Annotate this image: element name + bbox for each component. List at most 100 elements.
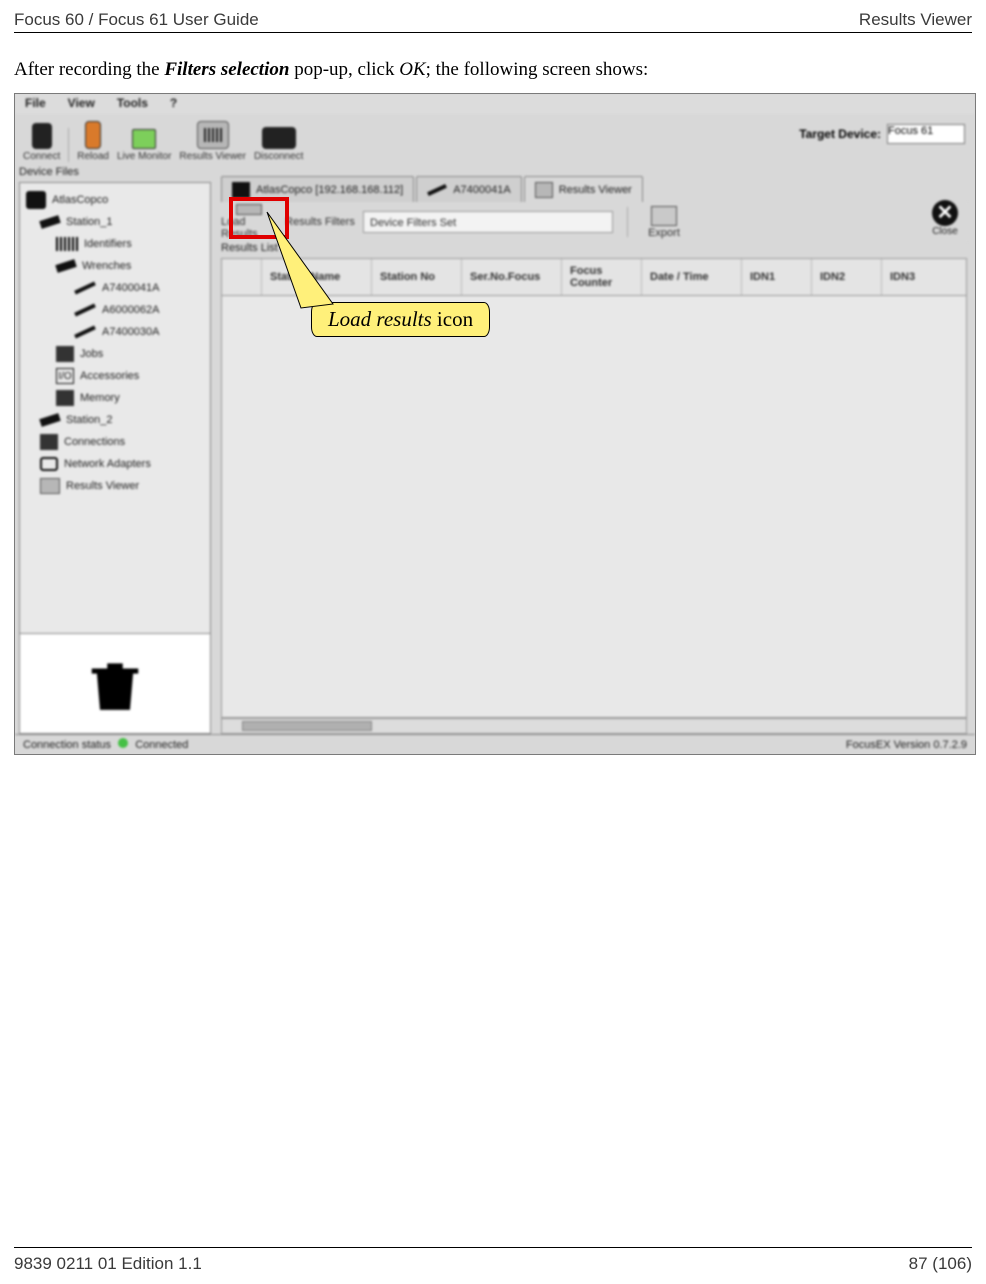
connections-icon — [40, 434, 58, 450]
tree-root-label: AtlasCopco — [52, 194, 108, 206]
menu-view[interactable]: View — [68, 96, 95, 112]
tree-memory[interactable]: Memory — [26, 387, 204, 409]
plug-icon — [32, 123, 52, 149]
sidebar-title: Device Files — [19, 166, 79, 178]
tree-station2-label: Station_2 — [66, 414, 112, 426]
tree-wrenches-label: Wrenches — [82, 260, 131, 272]
menu-file[interactable]: File — [25, 96, 46, 112]
results-viewer-toolbar-button[interactable]: Results Viewer — [179, 121, 246, 162]
col-station-no[interactable]: Station No — [372, 259, 462, 295]
status-right: FocusEX Version 0.7.2.9 — [846, 739, 967, 751]
device-tree: AtlasCopco Station_1 Identifiers Wrenche… — [20, 183, 210, 633]
close-label: Close — [932, 226, 958, 237]
col-idn1[interactable]: IDN1 — [742, 259, 812, 295]
callout-arrow-icon — [263, 208, 383, 318]
header-divider — [14, 32, 972, 33]
target-device: Target Device: Focus 61 — [799, 124, 965, 144]
memory-icon — [56, 390, 74, 406]
tree-wrenches[interactable]: Wrenches — [26, 255, 204, 277]
tree-results-viewer[interactable]: Results Viewer — [26, 475, 204, 497]
status-dot-icon — [118, 738, 128, 748]
tab-results-viewer-label: Results Viewer — [559, 184, 632, 196]
app-screenshot: File View Tools ? Connect Reload Live Mo… — [14, 93, 976, 755]
menu-bar: File View Tools ? — [15, 94, 975, 114]
tree-wrench-0[interactable]: A7400041A — [26, 277, 204, 299]
menu-help[interactable]: ? — [170, 96, 177, 112]
tree-station1-label: Station_1 — [66, 216, 112, 228]
device-files-sidebar: AtlasCopco Station_1 Identifiers Wrenche… — [19, 182, 211, 734]
header-right: Results Viewer — [859, 10, 972, 30]
tab-strip: AtlasCopco [192.168.168.112] A7400041A R… — [221, 172, 967, 202]
tree-wrench-2[interactable]: A7400030A — [26, 321, 204, 343]
instruction-mid: pop-up, click — [289, 59, 399, 80]
tree-wrench-1[interactable]: A6000062A — [26, 299, 204, 321]
close-icon: ✕ — [932, 200, 958, 226]
horizontal-scrollbar[interactable] — [221, 718, 967, 734]
device-icon — [26, 191, 46, 209]
target-device-label: Target Device: — [799, 127, 881, 141]
results-tree-icon — [40, 478, 60, 494]
disconnect-icon — [262, 127, 296, 149]
results-table-body — [221, 296, 967, 718]
monitor-icon — [132, 129, 156, 149]
col-idn2[interactable]: IDN2 — [812, 259, 882, 295]
col-date-time[interactable]: Date / Time — [642, 259, 742, 295]
tab-wrench[interactable]: A7400041A — [416, 176, 522, 202]
status-left-value: Connected — [135, 739, 188, 751]
io-icon: I/O — [56, 368, 74, 384]
export-label: Export — [648, 227, 680, 239]
device-tab-icon — [232, 182, 250, 198]
tree-memory-label: Memory — [80, 392, 120, 404]
network-icon — [40, 457, 58, 471]
tree-accessories[interactable]: I/OAccessories — [26, 365, 204, 387]
reload-label: Reload — [77, 151, 109, 162]
scrollbar-thumb[interactable] — [242, 721, 372, 731]
callout-rest: icon — [432, 307, 473, 331]
wrench-icon — [39, 413, 60, 427]
results-viewer-label: Results Viewer — [179, 151, 246, 162]
connect-button[interactable]: Connect — [23, 123, 60, 162]
tab-results-viewer[interactable]: Results Viewer — [524, 176, 643, 202]
status-left-label: Connection status — [23, 739, 111, 751]
footer-divider — [14, 1247, 972, 1248]
tree-jobs[interactable]: Jobs — [26, 343, 204, 365]
tree-identifiers[interactable]: Identifiers — [26, 233, 204, 255]
tree-wrench-1-label: A6000062A — [102, 304, 160, 316]
col-focus-counter[interactable]: Focus Counter — [562, 259, 642, 295]
footer-right: 87 (106) — [909, 1254, 972, 1274]
live-monitor-button[interactable]: Live Monitor — [117, 129, 171, 162]
tree-results-viewer-label: Results Viewer — [66, 480, 139, 492]
results-tab-icon — [535, 182, 553, 198]
tree-connections[interactable]: Connections — [26, 431, 204, 453]
tree-station1[interactable]: Station_1 — [26, 211, 204, 233]
disconnect-button[interactable]: Disconnect — [254, 127, 303, 162]
tree-connections-label: Connections — [64, 436, 125, 448]
menu-tools[interactable]: Tools — [117, 96, 148, 112]
wrench-small-icon — [74, 304, 96, 317]
export-button[interactable]: Export — [636, 204, 692, 240]
wrench-small-icon — [74, 326, 96, 339]
tree-network-adapters-label: Network Adapters — [64, 458, 151, 470]
trash-zone[interactable] — [20, 633, 210, 733]
tree-wrench-2-label: A7400030A — [102, 326, 160, 338]
tree-root[interactable]: AtlasCopco — [26, 189, 204, 211]
status-left: Connection status Connected — [23, 738, 188, 751]
header-left: Focus 60 / Focus 61 User Guide — [14, 10, 259, 30]
tree-station2[interactable]: Station_2 — [26, 409, 204, 431]
trash-icon — [84, 653, 146, 715]
target-device-select[interactable]: Focus 61 — [887, 124, 965, 144]
instruction-italic: OK — [399, 59, 425, 80]
device-filters-set-combo[interactable]: Device Filters Set — [363, 211, 613, 233]
barcode-icon — [56, 237, 78, 251]
tree-network-adapters[interactable]: Network Adapters — [26, 453, 204, 475]
close-button[interactable]: ✕ Close — [923, 200, 967, 240]
jobs-icon — [56, 346, 74, 362]
col-idn3[interactable]: IDN3 — [882, 259, 952, 295]
instruction-text: After recording the Filters selection po… — [14, 59, 972, 81]
connect-label: Connect — [23, 151, 60, 162]
callout: Load results icon — [311, 302, 490, 337]
wrench-icon — [39, 215, 60, 229]
wrench-small-icon — [74, 282, 96, 295]
col-ser-no-focus[interactable]: Ser.No.Focus — [462, 259, 562, 295]
reload-button[interactable]: Reload — [77, 121, 109, 162]
